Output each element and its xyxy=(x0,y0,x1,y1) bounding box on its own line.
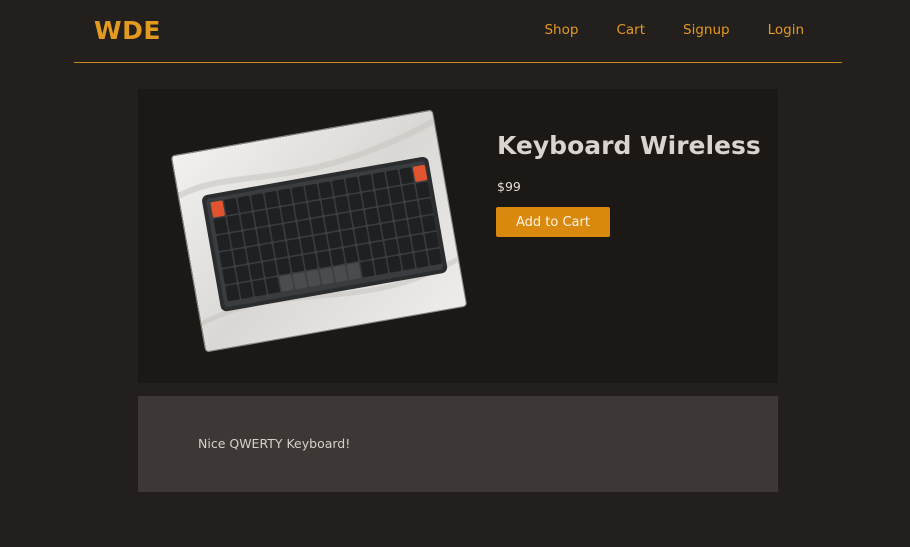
site-header: WDE Shop Cart Signup Login xyxy=(74,0,842,63)
product-image xyxy=(170,109,468,353)
main-nav: Shop Cart Signup Login xyxy=(506,22,804,38)
brand-logo[interactable]: WDE xyxy=(94,16,161,45)
nav-cart-link[interactable]: Cart xyxy=(616,22,645,38)
product-description-card: Nice QWERTY Keyboard! xyxy=(138,396,778,492)
nav-shop-link[interactable]: Shop xyxy=(544,22,578,38)
keyboard-photo xyxy=(171,110,468,353)
product-title: Keyboard Wireless xyxy=(497,131,761,160)
product-price: $99 xyxy=(497,179,521,194)
nav-signup-link[interactable]: Signup xyxy=(683,22,730,38)
product-description: Nice QWERTY Keyboard! xyxy=(198,436,351,451)
nav-login-link[interactable]: Login xyxy=(768,22,804,38)
product-card: Keyboard Wireless $99 Add to Cart xyxy=(138,89,778,383)
add-to-cart-button[interactable]: Add to Cart xyxy=(496,207,610,237)
